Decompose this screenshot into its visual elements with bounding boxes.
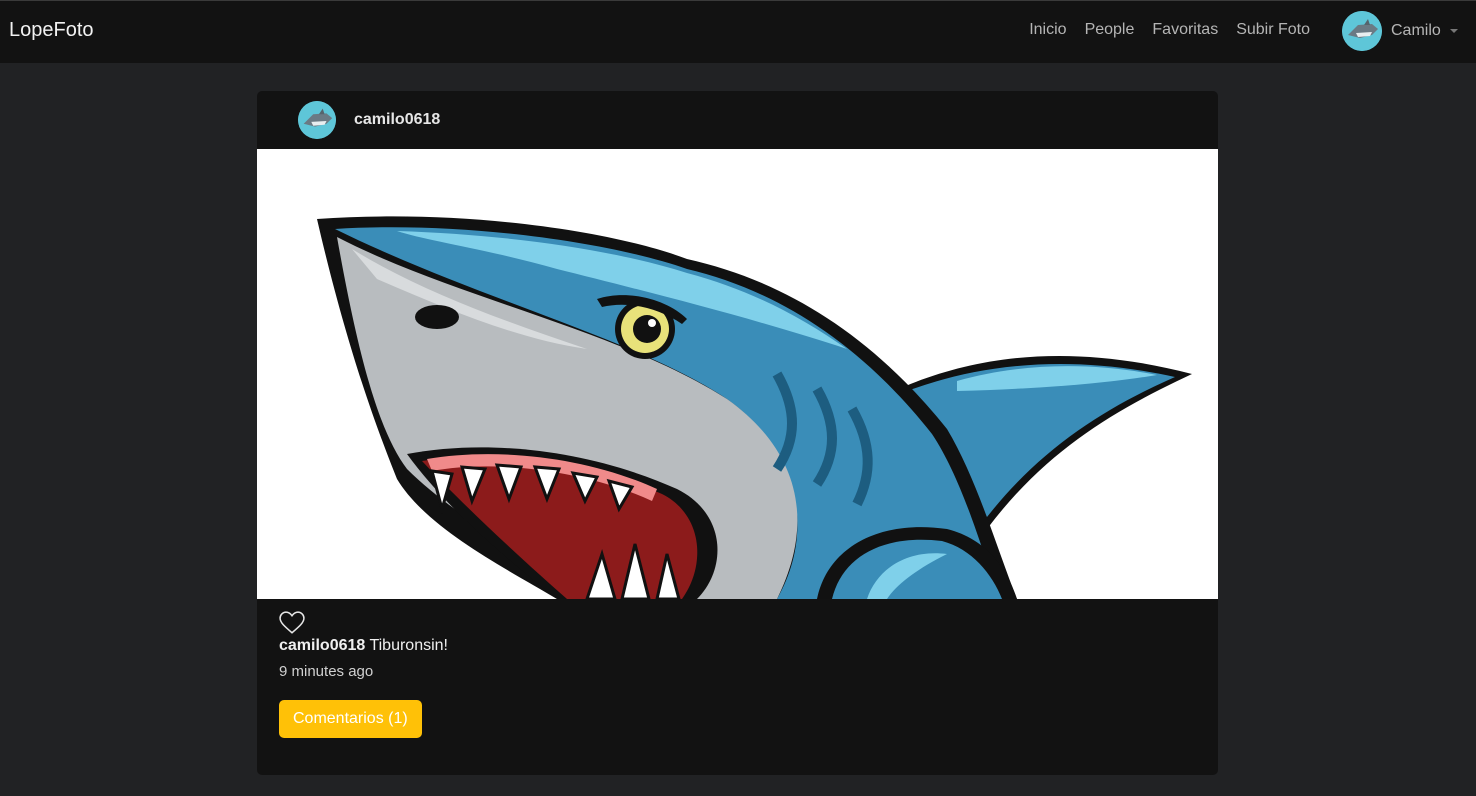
nav-link-inicio[interactable]: Inicio — [1029, 21, 1066, 39]
caption-text: Tiburonsin! — [369, 637, 448, 654]
post-author-avatar[interactable] — [298, 101, 336, 139]
post-timestamp: 9 minutes ago — [279, 663, 374, 680]
user-menu-dropdown[interactable]: Camilo — [1342, 11, 1458, 51]
nav-links: Inicio People Favoritas Subir Foto — [1029, 21, 1310, 39]
nav-link-favoritas[interactable]: Favoritas — [1152, 21, 1218, 39]
post-card: camilo0618 camilo0618 Tiburonsin! 9 minu… — [257, 91, 1218, 775]
post-body: camilo0618 Tiburonsin! 9 minutes ago Com… — [257, 599, 1218, 738]
heart-outline-icon[interactable] — [279, 611, 305, 635]
post-header: camilo0618 — [257, 91, 1218, 149]
post-caption: camilo0618 Tiburonsin! — [279, 637, 1196, 655]
caption-username[interactable]: camilo0618 — [279, 637, 365, 654]
caret-down-icon — [1449, 29, 1458, 33]
brand-logo-link[interactable]: LopeFoto — [9, 19, 94, 42]
nav-link-subir-foto[interactable]: Subir Foto — [1236, 21, 1310, 39]
post-author-username[interactable]: camilo0618 — [354, 111, 440, 129]
nav-link-people[interactable]: People — [1085, 21, 1135, 39]
post-photo[interactable] — [257, 149, 1218, 599]
user-menu-name: Camilo — [1391, 22, 1441, 39]
comments-button[interactable]: Comentarios (1) — [279, 700, 422, 738]
top-navbar: LopeFoto Inicio People Favoritas Subir F… — [0, 0, 1476, 63]
shark-illustration — [317, 216, 1192, 599]
user-avatar — [1342, 11, 1382, 51]
